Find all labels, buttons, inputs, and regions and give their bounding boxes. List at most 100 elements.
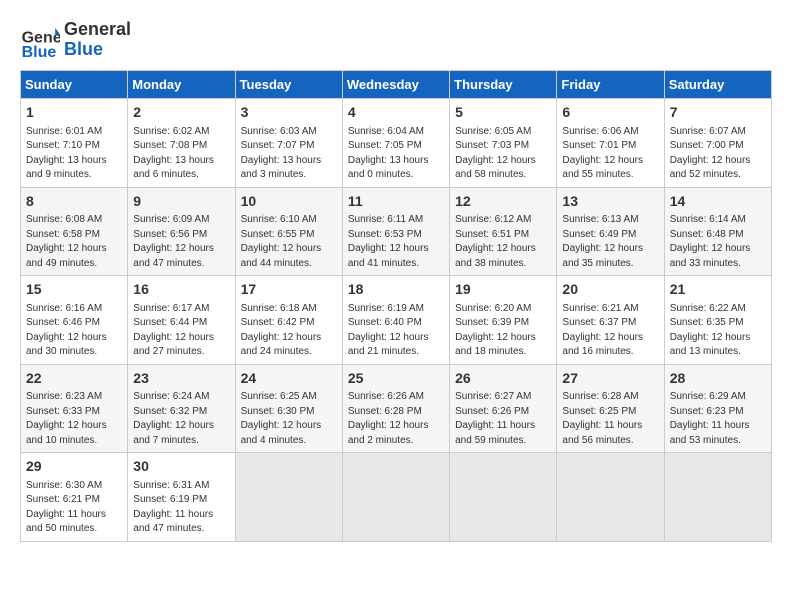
day-number: 3 (241, 103, 337, 123)
calendar-week-4: 22Sunrise: 6:23 AMSunset: 6:33 PMDayligh… (21, 364, 772, 453)
calendar-cell (342, 453, 449, 542)
header-saturday: Saturday (664, 71, 771, 99)
day-number: 14 (670, 192, 766, 212)
day-info: Sunrise: 6:08 AMSunset: 6:58 PMDaylight:… (26, 213, 122, 271)
day-number: 26 (455, 369, 551, 389)
header-wednesday: Wednesday (342, 71, 449, 99)
day-info: Sunrise: 6:12 AMSunset: 6:51 PMDaylight:… (455, 213, 551, 271)
day-info: Sunrise: 6:22 AMSunset: 6:35 PMDaylight:… (670, 302, 766, 360)
calendar-cell: 5Sunrise: 6:05 AMSunset: 7:03 PMDaylight… (450, 99, 557, 188)
day-info: Sunrise: 6:19 AMSunset: 6:40 PMDaylight:… (348, 302, 444, 360)
day-number: 12 (455, 192, 551, 212)
day-number: 25 (348, 369, 444, 389)
day-number: 29 (26, 457, 122, 477)
logo: General Blue General Blue (20, 20, 131, 60)
calendar-cell: 12Sunrise: 6:12 AMSunset: 6:51 PMDayligh… (450, 187, 557, 276)
day-number: 10 (241, 192, 337, 212)
calendar-cell: 6Sunrise: 6:06 AMSunset: 7:01 PMDaylight… (557, 99, 664, 188)
calendar-cell: 20Sunrise: 6:21 AMSunset: 6:37 PMDayligh… (557, 276, 664, 365)
day-number: 13 (562, 192, 658, 212)
header-sunday: Sunday (21, 71, 128, 99)
calendar-week-1: 1Sunrise: 6:01 AMSunset: 7:10 PMDaylight… (21, 99, 772, 188)
calendar-cell: 23Sunrise: 6:24 AMSunset: 6:32 PMDayligh… (128, 364, 235, 453)
calendar-cell: 13Sunrise: 6:13 AMSunset: 6:49 PMDayligh… (557, 187, 664, 276)
page-header: General Blue General Blue (20, 20, 772, 60)
day-number: 19 (455, 280, 551, 300)
day-number: 23 (133, 369, 229, 389)
day-info: Sunrise: 6:05 AMSunset: 7:03 PMDaylight:… (455, 125, 551, 183)
calendar-cell: 14Sunrise: 6:14 AMSunset: 6:48 PMDayligh… (664, 187, 771, 276)
svg-text:Blue: Blue (22, 44, 57, 60)
day-number: 8 (26, 192, 122, 212)
logo-blue: Blue (64, 40, 131, 60)
day-number: 6 (562, 103, 658, 123)
calendar-cell: 25Sunrise: 6:26 AMSunset: 6:28 PMDayligh… (342, 364, 449, 453)
calendar-header-row: SundayMondayTuesdayWednesdayThursdayFrid… (21, 71, 772, 99)
day-number: 15 (26, 280, 122, 300)
day-number: 16 (133, 280, 229, 300)
logo-icon: General Blue (20, 20, 60, 60)
calendar-cell: 27Sunrise: 6:28 AMSunset: 6:25 PMDayligh… (557, 364, 664, 453)
day-number: 20 (562, 280, 658, 300)
calendar-cell: 19Sunrise: 6:20 AMSunset: 6:39 PMDayligh… (450, 276, 557, 365)
calendar-table: SundayMondayTuesdayWednesdayThursdayFrid… (20, 70, 772, 542)
day-info: Sunrise: 6:14 AMSunset: 6:48 PMDaylight:… (670, 213, 766, 271)
calendar-week-3: 15Sunrise: 6:16 AMSunset: 6:46 PMDayligh… (21, 276, 772, 365)
day-number: 18 (348, 280, 444, 300)
day-info: Sunrise: 6:07 AMSunset: 7:00 PMDaylight:… (670, 125, 766, 183)
header-thursday: Thursday (450, 71, 557, 99)
calendar-cell: 17Sunrise: 6:18 AMSunset: 6:42 PMDayligh… (235, 276, 342, 365)
calendar-cell: 30Sunrise: 6:31 AMSunset: 6:19 PMDayligh… (128, 453, 235, 542)
calendar-cell: 26Sunrise: 6:27 AMSunset: 6:26 PMDayligh… (450, 364, 557, 453)
day-info: Sunrise: 6:31 AMSunset: 6:19 PMDaylight:… (133, 479, 229, 537)
day-info: Sunrise: 6:04 AMSunset: 7:05 PMDaylight:… (348, 125, 444, 183)
header-friday: Friday (557, 71, 664, 99)
calendar-cell: 11Sunrise: 6:11 AMSunset: 6:53 PMDayligh… (342, 187, 449, 276)
day-number: 21 (670, 280, 766, 300)
calendar-cell (235, 453, 342, 542)
header-monday: Monday (128, 71, 235, 99)
calendar-cell: 9Sunrise: 6:09 AMSunset: 6:56 PMDaylight… (128, 187, 235, 276)
day-number: 30 (133, 457, 229, 477)
calendar-week-2: 8Sunrise: 6:08 AMSunset: 6:58 PMDaylight… (21, 187, 772, 276)
day-number: 11 (348, 192, 444, 212)
calendar-cell: 22Sunrise: 6:23 AMSunset: 6:33 PMDayligh… (21, 364, 128, 453)
calendar-cell (557, 453, 664, 542)
calendar-cell (450, 453, 557, 542)
calendar-week-5: 29Sunrise: 6:30 AMSunset: 6:21 PMDayligh… (21, 453, 772, 542)
calendar-cell: 1Sunrise: 6:01 AMSunset: 7:10 PMDaylight… (21, 99, 128, 188)
day-info: Sunrise: 6:01 AMSunset: 7:10 PMDaylight:… (26, 125, 122, 183)
day-info: Sunrise: 6:10 AMSunset: 6:55 PMDaylight:… (241, 213, 337, 271)
header-tuesday: Tuesday (235, 71, 342, 99)
day-info: Sunrise: 6:18 AMSunset: 6:42 PMDaylight:… (241, 302, 337, 360)
calendar-cell: 15Sunrise: 6:16 AMSunset: 6:46 PMDayligh… (21, 276, 128, 365)
calendar-cell: 7Sunrise: 6:07 AMSunset: 7:00 PMDaylight… (664, 99, 771, 188)
day-number: 2 (133, 103, 229, 123)
calendar-cell: 21Sunrise: 6:22 AMSunset: 6:35 PMDayligh… (664, 276, 771, 365)
day-info: Sunrise: 6:06 AMSunset: 7:01 PMDaylight:… (562, 125, 658, 183)
day-info: Sunrise: 6:28 AMSunset: 6:25 PMDaylight:… (562, 390, 658, 448)
day-info: Sunrise: 6:02 AMSunset: 7:08 PMDaylight:… (133, 125, 229, 183)
calendar-cell: 2Sunrise: 6:02 AMSunset: 7:08 PMDaylight… (128, 99, 235, 188)
calendar-cell: 3Sunrise: 6:03 AMSunset: 7:07 PMDaylight… (235, 99, 342, 188)
day-info: Sunrise: 6:26 AMSunset: 6:28 PMDaylight:… (348, 390, 444, 448)
day-number: 17 (241, 280, 337, 300)
calendar-cell: 10Sunrise: 6:10 AMSunset: 6:55 PMDayligh… (235, 187, 342, 276)
calendar-cell: 29Sunrise: 6:30 AMSunset: 6:21 PMDayligh… (21, 453, 128, 542)
logo-general: General (64, 20, 131, 40)
day-info: Sunrise: 6:16 AMSunset: 6:46 PMDaylight:… (26, 302, 122, 360)
calendar-cell: 28Sunrise: 6:29 AMSunset: 6:23 PMDayligh… (664, 364, 771, 453)
day-info: Sunrise: 6:25 AMSunset: 6:30 PMDaylight:… (241, 390, 337, 448)
day-info: Sunrise: 6:30 AMSunset: 6:21 PMDaylight:… (26, 479, 122, 537)
day-info: Sunrise: 6:17 AMSunset: 6:44 PMDaylight:… (133, 302, 229, 360)
day-number: 4 (348, 103, 444, 123)
day-info: Sunrise: 6:11 AMSunset: 6:53 PMDaylight:… (348, 213, 444, 271)
calendar-cell: 16Sunrise: 6:17 AMSunset: 6:44 PMDayligh… (128, 276, 235, 365)
day-number: 7 (670, 103, 766, 123)
day-info: Sunrise: 6:29 AMSunset: 6:23 PMDaylight:… (670, 390, 766, 448)
calendar-cell: 24Sunrise: 6:25 AMSunset: 6:30 PMDayligh… (235, 364, 342, 453)
day-info: Sunrise: 6:03 AMSunset: 7:07 PMDaylight:… (241, 125, 337, 183)
day-info: Sunrise: 6:27 AMSunset: 6:26 PMDaylight:… (455, 390, 551, 448)
day-number: 24 (241, 369, 337, 389)
day-number: 5 (455, 103, 551, 123)
